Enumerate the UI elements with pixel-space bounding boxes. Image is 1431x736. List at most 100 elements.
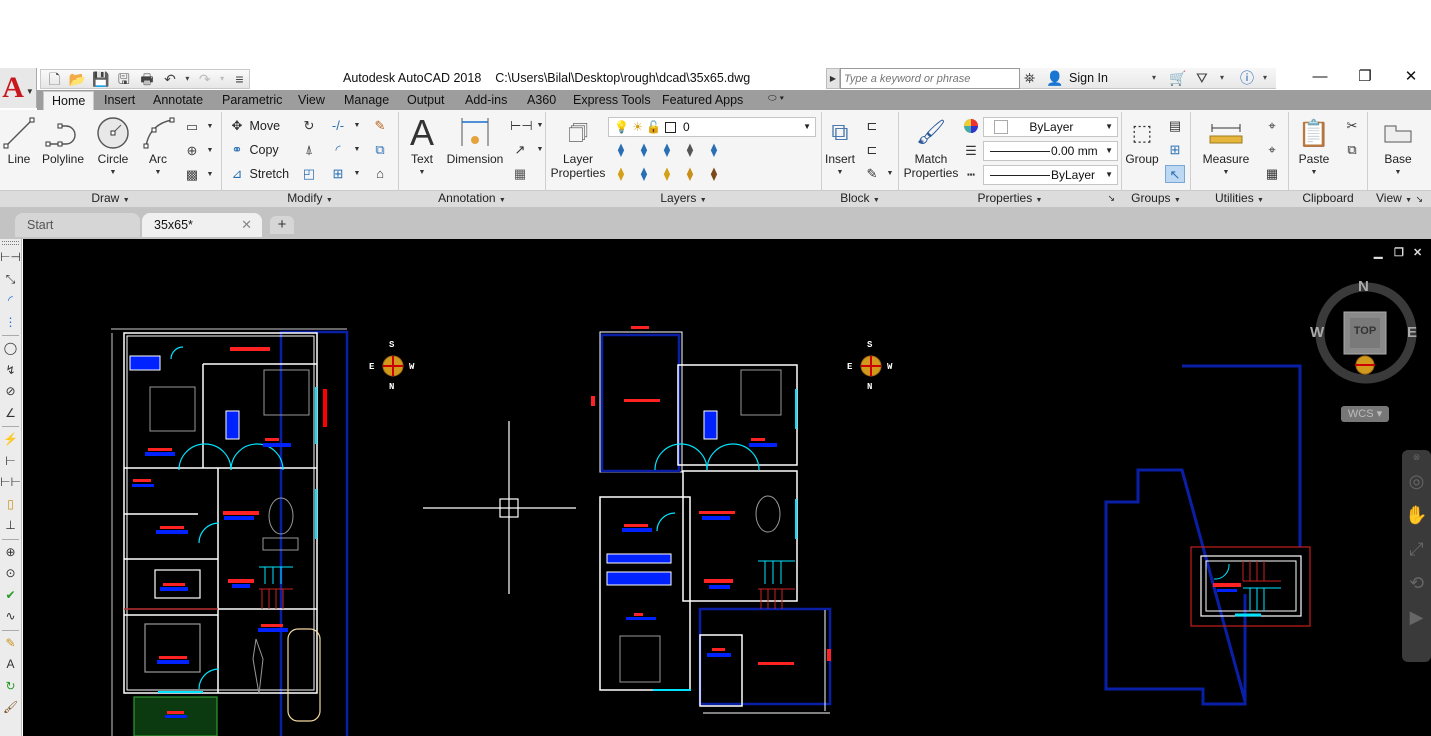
viewport-close-icon[interactable]: ✕ bbox=[1413, 246, 1422, 259]
copy-clip-icon[interactable]: ⧉ bbox=[1342, 141, 1362, 159]
diameter-icon[interactable]: ⊘ bbox=[0, 381, 21, 403]
file-tab-35x65[interactable]: 35x65* ✕ bbox=[142, 213, 262, 237]
cart-icon[interactable]: 🛒 bbox=[1169, 69, 1186, 87]
ribbon-minimize-toggle[interactable]: ⬭ ▾ bbox=[768, 93, 784, 104]
dimension-update-icon[interactable]: ↻ bbox=[0, 676, 21, 698]
open-icon[interactable]: 📂 bbox=[68, 70, 87, 88]
dimension-space-icon[interactable]: ▯ bbox=[0, 494, 21, 516]
arc-length-icon[interactable]: ◜ bbox=[0, 290, 21, 312]
sign-in-button[interactable]: Sign In bbox=[1069, 71, 1108, 85]
jogged-icon[interactable]: ↯ bbox=[0, 360, 21, 382]
attributes-dropdown-icon[interactable]: ▼ bbox=[880, 165, 900, 183]
line-button[interactable]: Line bbox=[2, 114, 36, 166]
tolerance-icon[interactable]: ⊕ bbox=[0, 542, 21, 564]
leader-dropdown-icon[interactable]: ▼ bbox=[530, 141, 550, 159]
linetype-dropdown[interactable]: ByLayer ▼ bbox=[983, 165, 1118, 185]
layer-off-icon[interactable]: ⧫ bbox=[611, 141, 631, 159]
layer-match-icon[interactable]: ⧫ bbox=[704, 141, 724, 159]
viewport-minimize-icon[interactable]: ▁ bbox=[1374, 246, 1382, 259]
trim-dropdown-icon[interactable]: ▼ bbox=[347, 117, 367, 135]
pan-icon[interactable]: ✋ bbox=[1402, 498, 1431, 532]
text-dropdown-icon[interactable]: ▼ bbox=[404, 166, 440, 180]
help-icon[interactable]: ⓘ bbox=[1240, 69, 1254, 87]
jogged-linear-icon[interactable]: ∿ bbox=[0, 606, 21, 628]
drawing-canvas[interactable]: S E W N S E W N bbox=[23, 239, 1431, 736]
layer-unisolate-icon[interactable]: ⧫ bbox=[634, 165, 654, 183]
properties-panel-title[interactable]: Properties ▼ ↘ bbox=[899, 191, 1121, 208]
application-menu-button[interactable]: A ▼ bbox=[0, 68, 37, 108]
calculator-icon[interactable]: ▦ bbox=[1262, 165, 1282, 183]
tab-insert[interactable]: Insert bbox=[96, 91, 143, 110]
tab-a360[interactable]: A360 bbox=[519, 91, 564, 110]
edit-block-icon[interactable]: ⊏ bbox=[862, 141, 882, 159]
array-dropdown-icon[interactable]: ▼ bbox=[347, 165, 367, 183]
undo-icon[interactable]: ↶ bbox=[160, 70, 179, 88]
dimension-break-icon[interactable]: ⊥ bbox=[0, 515, 21, 537]
tab-manage[interactable]: Manage bbox=[336, 91, 397, 110]
utilities-panel-title[interactable]: Utilities ▼ bbox=[1191, 191, 1288, 208]
redo-icon[interactable]: ↷ bbox=[195, 70, 214, 88]
groups-panel-title[interactable]: Groups ▼ bbox=[1122, 191, 1190, 208]
layer-freeze-icon[interactable]: ⧫ bbox=[657, 141, 677, 159]
inspection-icon[interactable]: ✔ bbox=[0, 585, 21, 607]
viewcube-west[interactable]: W bbox=[1310, 324, 1324, 341]
paste-dropdown-icon[interactable]: ▼ bbox=[1294, 166, 1334, 180]
sign-in-dropdown-icon[interactable]: ▾ bbox=[1152, 69, 1156, 87]
fillet-dropdown-icon[interactable]: ▼ bbox=[347, 141, 367, 159]
base-button[interactable]: Base ▼ bbox=[1376, 114, 1420, 180]
viewcube-north[interactable]: N bbox=[1358, 278, 1369, 295]
clipboard-panel-title[interactable]: Clipboard bbox=[1289, 191, 1367, 206]
restore-button[interactable]: ❐ bbox=[1342, 68, 1388, 88]
layer-dropdown[interactable]: 💡 ☀ 🔓 0 ▼ bbox=[608, 117, 816, 137]
layer-thaw-icon[interactable]: ⧫ bbox=[657, 165, 677, 183]
dialog-launcher-icon[interactable]: ↘ bbox=[1415, 194, 1423, 204]
cut-icon[interactable]: ✂ bbox=[1342, 117, 1362, 135]
dialog-launcher-icon[interactable]: ↘ bbox=[1107, 191, 1115, 206]
undo-dropdown-icon[interactable]: ▾ bbox=[184, 70, 192, 88]
copy-button[interactable]: ⚭ Copy bbox=[228, 141, 279, 159]
leader-icon[interactable]: ↗ bbox=[510, 141, 530, 159]
dimension-text-edit-icon[interactable]: A bbox=[0, 654, 21, 676]
edit-attributes-icon[interactable]: ✎ bbox=[862, 165, 882, 183]
polyline-button[interactable]: Polyline bbox=[38, 114, 88, 166]
angular-icon[interactable]: ∠ bbox=[0, 403, 21, 425]
tab-annotate[interactable]: Annotate bbox=[145, 91, 211, 110]
continue-icon[interactable]: ⊢⊢ bbox=[0, 472, 21, 494]
close-button[interactable]: ✕ bbox=[1388, 68, 1431, 88]
rectangle-dropdown-icon[interactable]: ▼ bbox=[200, 118, 220, 136]
tab-parametric[interactable]: Parametric bbox=[214, 91, 290, 110]
center-mark-icon[interactable]: ⊙ bbox=[0, 563, 21, 585]
ellipse-dropdown-icon[interactable]: ▼ bbox=[200, 142, 220, 160]
layers-panel-title[interactable]: Layers ▼ bbox=[546, 191, 821, 208]
circle-button[interactable]: Circle ▼ bbox=[92, 114, 134, 180]
text-button[interactable]: A Text ▼ bbox=[404, 114, 440, 180]
group-select-icon[interactable]: ↖ bbox=[1165, 165, 1185, 183]
annotation-panel-title[interactable]: Annotation ▼ bbox=[399, 191, 545, 208]
navbar-close-icon[interactable]: ⊗ bbox=[1402, 450, 1431, 464]
orbit-icon[interactable]: ⟲ bbox=[1402, 566, 1431, 600]
radius-icon[interactable]: ◯ bbox=[0, 338, 21, 360]
viewcube-east[interactable]: E bbox=[1407, 324, 1417, 341]
array-icon[interactable]: ⊞ bbox=[328, 165, 348, 183]
layer-properties-button[interactable]: 🗇 Layer Properties bbox=[549, 114, 607, 180]
table-icon[interactable]: ▦ bbox=[510, 165, 530, 183]
file-tab-start[interactable]: Start bbox=[15, 213, 140, 237]
viewport-restore-icon[interactable]: ❐ bbox=[1394, 246, 1404, 259]
new-tab-button[interactable]: + bbox=[270, 216, 294, 234]
erase-icon[interactable]: ✎ bbox=[370, 117, 390, 135]
group-edit-icon[interactable]: ⊞ bbox=[1165, 141, 1185, 159]
close-tab-icon[interactable]: ✕ bbox=[241, 213, 252, 237]
search-input[interactable] bbox=[840, 68, 1020, 89]
plot-icon[interactable]: 🖶 bbox=[137, 70, 156, 88]
tab-featured-apps[interactable]: Featured Apps bbox=[654, 91, 751, 110]
trim-icon[interactable]: -/- bbox=[328, 117, 348, 135]
showmotion-icon[interactable]: ▶ bbox=[1402, 600, 1431, 634]
arc-dropdown-icon[interactable]: ▼ bbox=[138, 166, 178, 180]
tab-home[interactable]: Home bbox=[43, 91, 95, 110]
ungroup-icon[interactable]: ▤ bbox=[1165, 117, 1185, 135]
layer-lock-icon[interactable]: ⧫ bbox=[680, 141, 700, 159]
view-panel-title[interactable]: View ▼ ↘ bbox=[1368, 191, 1431, 208]
layer-match-props-icon[interactable]: ⧫ bbox=[704, 165, 724, 183]
block-panel-title[interactable]: Block ▼ bbox=[822, 191, 898, 208]
redo-dropdown-icon[interactable]: ▾ bbox=[218, 70, 226, 88]
